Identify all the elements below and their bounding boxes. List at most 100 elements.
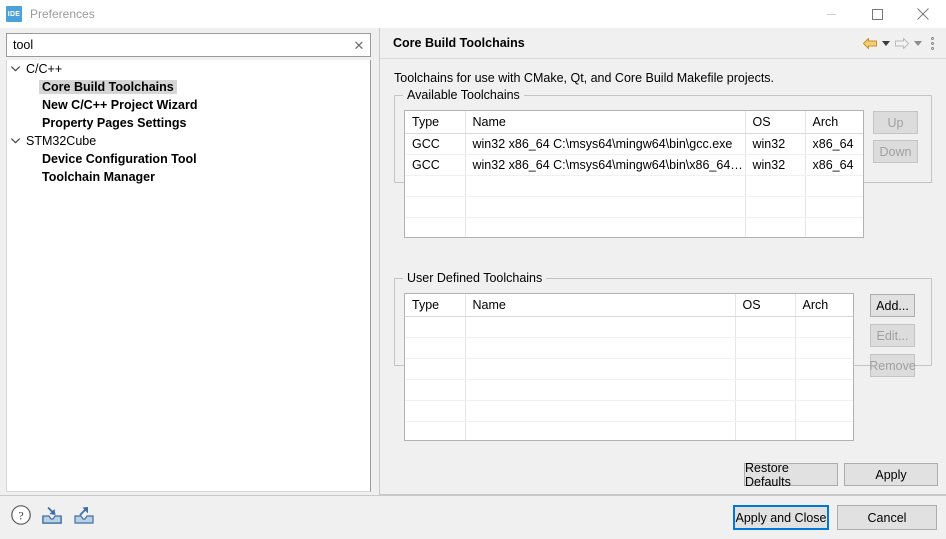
table-row-empty[interactable] <box>405 380 853 401</box>
column-header[interactable]: Arch <box>795 294 853 317</box>
filter-search-box[interactable]: ✕ <box>6 33 371 57</box>
table-row-empty[interactable] <box>405 401 853 422</box>
minimize-icon[interactable] <box>808 0 854 28</box>
table-row-empty[interactable] <box>405 317 853 338</box>
sidebar-item-label: Property Pages Settings <box>39 116 190 130</box>
help-icon[interactable]: ? <box>10 504 32 529</box>
table-row[interactable]: GCCwin32 x86_64 C:\msys64\mingw64\bin\x8… <box>405 155 863 176</box>
preferences-tree[interactable]: C/C++ Core Build Toolchains New C/C++ Proj… <box>6 60 371 492</box>
cell-arch <box>805 176 863 197</box>
cell-os <box>735 380 795 401</box>
cell-os <box>735 422 795 442</box>
cell-type <box>405 317 465 338</box>
cell-arch <box>795 422 853 442</box>
user-defined-toolchains-table[interactable]: TypeNameOSArch <box>404 293 854 441</box>
table-row-empty[interactable] <box>405 218 863 239</box>
sidebar-item-property-pages-settings[interactable]: Property Pages Settings <box>7 114 370 132</box>
sidebar-item-new-c-c-project-wizard[interactable]: New C/C++ Project Wizard <box>7 96 370 114</box>
window-controls <box>808 0 946 28</box>
forward-history-chevron-down-icon[interactable] <box>912 34 924 54</box>
app-logo-icon: IDE <box>6 6 22 22</box>
cell-type: GCC <box>405 155 465 176</box>
cell-type <box>405 380 465 401</box>
user-defined-toolchains-label: User Defined Toolchains <box>403 271 546 285</box>
apply-and-close-button[interactable]: Apply and Close <box>733 505 829 530</box>
cell-name <box>465 218 745 239</box>
column-header[interactable]: OS <box>735 294 795 317</box>
edit-toolchain-button: Edit... <box>870 324 915 347</box>
cell-arch: x86_64 <box>805 155 863 176</box>
table-row-empty[interactable] <box>405 176 863 197</box>
available-toolchains-table[interactable]: TypeNameOSArch GCCwin32 x86_64 C:\msys64… <box>404 110 864 238</box>
cell-name <box>465 197 745 218</box>
cell-os <box>745 176 805 197</box>
column-header[interactable]: OS <box>745 111 805 134</box>
cell-type <box>405 197 465 218</box>
chevron-down-icon[interactable] <box>7 66 23 72</box>
maximize-icon[interactable] <box>854 0 900 28</box>
cell-type <box>405 338 465 359</box>
view-menu-icon[interactable] <box>924 34 940 54</box>
footer-icon-group: ? <box>10 504 96 529</box>
sidebar-item-label: Toolchain Manager <box>39 170 158 184</box>
svg-text:?: ? <box>18 509 23 523</box>
sidebar-item-c-c[interactable]: C/C++ <box>7 60 370 78</box>
sidebar-item-toolchain-manager[interactable]: Toolchain Manager <box>7 168 370 186</box>
cell-name: win32 x86_64 C:\msys64\mingw64\bin\gcc.e… <box>465 134 745 155</box>
forward-arrow-icon <box>892 34 912 54</box>
cell-type: GCC <box>405 134 465 155</box>
cell-name <box>465 401 735 422</box>
move-up-button: Up <box>873 111 918 134</box>
export-preferences-icon[interactable] <box>72 504 96 529</box>
table-row-empty[interactable] <box>405 422 853 442</box>
cell-os <box>735 338 795 359</box>
column-header[interactable]: Name <box>465 294 735 317</box>
column-header[interactable]: Name <box>465 111 745 134</box>
page-header: Core Build Toolchains <box>380 28 946 59</box>
cell-name <box>465 380 735 401</box>
cell-type <box>405 218 465 239</box>
cell-arch <box>795 317 853 338</box>
cell-arch <box>805 197 863 218</box>
table-row[interactable]: GCCwin32 x86_64 C:\msys64\mingw64\bin\gc… <box>405 134 863 155</box>
sidebar-item-core-build-toolchains[interactable]: Core Build Toolchains <box>7 78 370 96</box>
table-row-empty[interactable] <box>405 359 853 380</box>
import-preferences-icon[interactable] <box>40 504 64 529</box>
restore-defaults-button[interactable]: Restore Defaults <box>744 463 838 486</box>
preferences-dialog: IDE Preferences ✕ C/C++Core Build Toolch… <box>0 0 946 539</box>
column-header[interactable]: Arch <box>805 111 863 134</box>
cell-arch <box>795 338 853 359</box>
back-arrow-icon[interactable] <box>860 34 880 54</box>
sidebar-item-device-configuration-tool[interactable]: Device Configuration Tool <box>7 150 370 168</box>
table-row-empty[interactable] <box>405 197 863 218</box>
chevron-down-icon[interactable] <box>7 138 23 144</box>
add-toolchain-button[interactable]: Add... <box>870 294 915 317</box>
cell-arch <box>795 401 853 422</box>
clear-search-icon[interactable]: ✕ <box>348 34 370 56</box>
sidebar-item-label: New C/C++ Project Wizard <box>39 98 201 112</box>
sidebar-item-label: C/C++ <box>23 62 65 76</box>
cancel-button[interactable]: Cancel <box>837 505 937 530</box>
cell-type <box>405 422 465 442</box>
cell-name <box>465 422 735 442</box>
table-row-empty[interactable] <box>405 338 853 359</box>
page-title: Core Build Toolchains <box>380 36 525 50</box>
cell-name <box>465 176 745 197</box>
column-header[interactable]: Type <box>405 294 465 317</box>
cell-os: win32 <box>745 155 805 176</box>
column-header[interactable]: Type <box>405 111 465 134</box>
apply-button[interactable]: Apply <box>844 463 938 486</box>
user-defined-toolchains-group: User Defined Toolchains TypeNameOSArch A… <box>394 271 932 366</box>
close-icon[interactable] <box>900 0 946 28</box>
search-input[interactable] <box>7 35 348 55</box>
table-header-row: TypeNameOSArch <box>405 111 863 134</box>
cell-arch <box>805 218 863 239</box>
back-history-chevron-down-icon[interactable] <box>880 34 892 54</box>
sidebar-item-label: Device Configuration Tool <box>39 152 200 166</box>
cell-arch: x86_64 <box>805 134 863 155</box>
cell-os <box>735 401 795 422</box>
preference-page: Core Build Toolchains <box>379 28 946 495</box>
cell-os <box>745 197 805 218</box>
dialog-action-buttons: Apply and Close Cancel <box>733 505 937 530</box>
sidebar-item-stm32cube[interactable]: STM32Cube <box>7 132 370 150</box>
